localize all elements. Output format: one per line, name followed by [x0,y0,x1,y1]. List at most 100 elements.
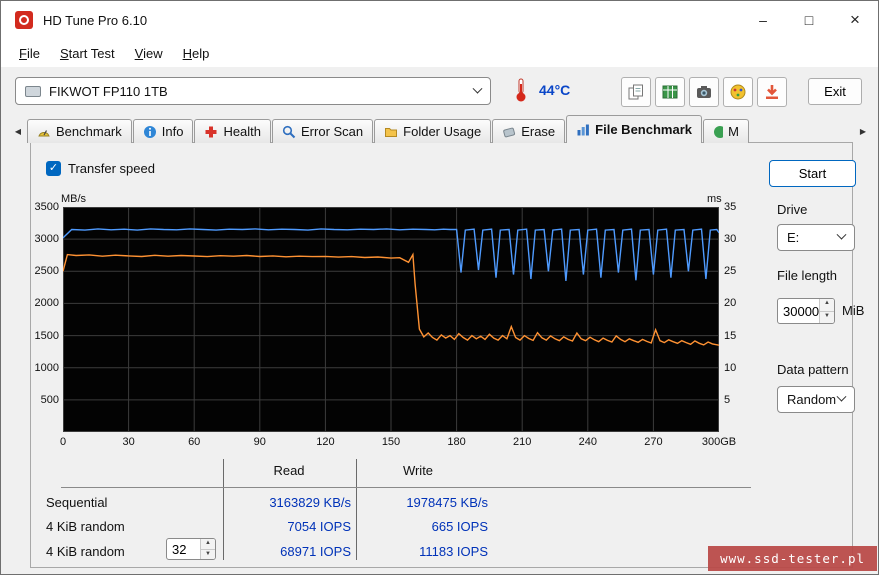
screenshot-icon [695,83,713,101]
menu-view[interactable]: View [125,42,173,65]
x-tick: 120 [303,436,347,448]
x-tick: 270 [631,436,675,448]
row-random-write: 665 IOPS [364,519,488,534]
watermark: www.ssd-tester.pl [708,546,877,571]
chart-svg [63,207,719,432]
tab-folder-usage[interactable]: Folder Usage [374,119,491,143]
results-header-write: Write [368,463,468,478]
y-tick-right: 10 [724,362,756,374]
save-button[interactable] [757,77,787,107]
tab-scroll-right-icon[interactable]: ▶ [854,119,872,143]
x-tick: 180 [435,436,479,448]
monitor-icon [713,125,723,139]
gauge-icon [37,125,51,139]
x-tick: 150 [369,436,413,448]
results-header-rule [61,487,751,488]
row-random-qd-read: 68971 IOPS [227,544,351,559]
y-tick-right: 30 [724,233,756,245]
file-length-unit: MiB [842,303,864,318]
menu-help[interactable]: Help [173,42,220,65]
y-tick-left: 2000 [21,297,59,309]
y-tick-left: 3000 [21,233,59,245]
x-tick: 60 [172,436,216,448]
tab-error-scan[interactable]: Error Scan [272,119,373,143]
row-random-read: 7054 IOPS [227,519,351,534]
drive-select-combo[interactable]: FIKWOT FP110 1TB [15,77,491,105]
tab-label: Health [223,124,261,139]
data-pattern-label: Data pattern [777,362,849,377]
menu-bar: File Start Test View Help [1,39,878,67]
tab-benchmark[interactable]: Benchmark [27,119,132,143]
drive-dropdown-value: E: [787,230,799,245]
drive-icon [25,86,41,97]
title-bar: HD Tune Pro 6.10 – □ × [1,1,878,39]
window-title: HD Tune Pro 6.10 [43,13,147,28]
tab-info[interactable]: Info [133,119,194,143]
x-tick: 300GB [697,436,741,448]
chart: MB/s ms 35003000250020001500100050035302… [21,193,763,457]
results-divider-1 [223,459,224,560]
queue-depth-down-icon[interactable]: ▼ [201,549,215,560]
window-controls: – □ × [740,1,878,39]
tab-label: Erase [521,124,555,139]
drive-select-value: FIKWOT FP110 1TB [49,84,168,99]
export-table-icon [661,83,679,101]
file-length-down-icon[interactable]: ▼ [820,311,834,324]
tab-scroll-left-icon[interactable]: ◀ [9,119,27,143]
row-random-qd-write: 11183 IOPS [364,544,488,559]
tab-label: Folder Usage [403,124,481,139]
file-length-up-icon[interactable]: ▲ [820,299,834,311]
screenshot-button[interactable] [689,77,719,107]
tab-erase[interactable]: Erase [492,119,565,143]
tab-monitor[interactable]: M [703,119,749,143]
y-tick-right: 35 [724,201,756,213]
file-length-label: File length [777,268,837,283]
transfer-speed-checkbox[interactable] [46,161,61,176]
colors-button[interactable] [723,77,753,107]
queue-depth-spinner: ▲ ▼ [166,538,216,560]
drive-dropdown[interactable]: E: [777,224,855,251]
toolbar-buttons [621,77,787,107]
save-download-icon [763,83,781,101]
folder-icon [384,125,398,139]
tab-file-benchmark[interactable]: File Benchmark [566,115,702,143]
menu-file[interactable]: File [9,42,50,65]
tab-label: Benchmark [56,124,122,139]
tab-label: Info [162,124,184,139]
x-tick: 30 [107,436,151,448]
start-button[interactable]: Start [769,160,856,187]
eraser-icon [502,125,516,139]
copy-button[interactable] [621,77,651,107]
file-length-input[interactable] [778,299,819,323]
queue-depth-up-icon[interactable]: ▲ [201,539,215,549]
results-header-read: Read [239,463,339,478]
drive-label: Drive [777,202,807,217]
row-sequential-write: 1978475 KB/s [364,495,488,510]
tab-label: File Benchmark [595,122,692,137]
y-tick-right: 5 [724,394,756,406]
minimize-button[interactable]: – [740,1,786,39]
menu-start-test[interactable]: Start Test [50,42,125,65]
close-button[interactable]: × [832,1,878,39]
y-tick-left: 2500 [21,265,59,277]
exit-button[interactable]: Exit [808,78,862,105]
chevron-down-icon [837,230,847,240]
results-divider-2 [356,459,357,560]
tab-health[interactable]: Health [194,119,271,143]
x-tick: 0 [41,436,85,448]
queue-depth-input[interactable] [167,539,200,559]
copy-icon [627,83,645,101]
x-tick: 210 [500,436,544,448]
app-icon [15,11,33,29]
maximize-button[interactable]: □ [786,1,832,39]
data-pattern-dropdown[interactable]: Random [777,386,855,413]
tab-label: Error Scan [301,124,363,139]
row-sequential-label: Sequential [46,495,196,510]
y-tick-right: 15 [724,330,756,342]
x-tick: 240 [566,436,610,448]
export-button[interactable] [655,77,685,107]
info-icon [143,125,157,139]
magnifier-icon [282,125,296,139]
health-cross-icon [204,125,218,139]
tab-strip: ◀ Benchmark Info Health Error S [1,115,878,143]
